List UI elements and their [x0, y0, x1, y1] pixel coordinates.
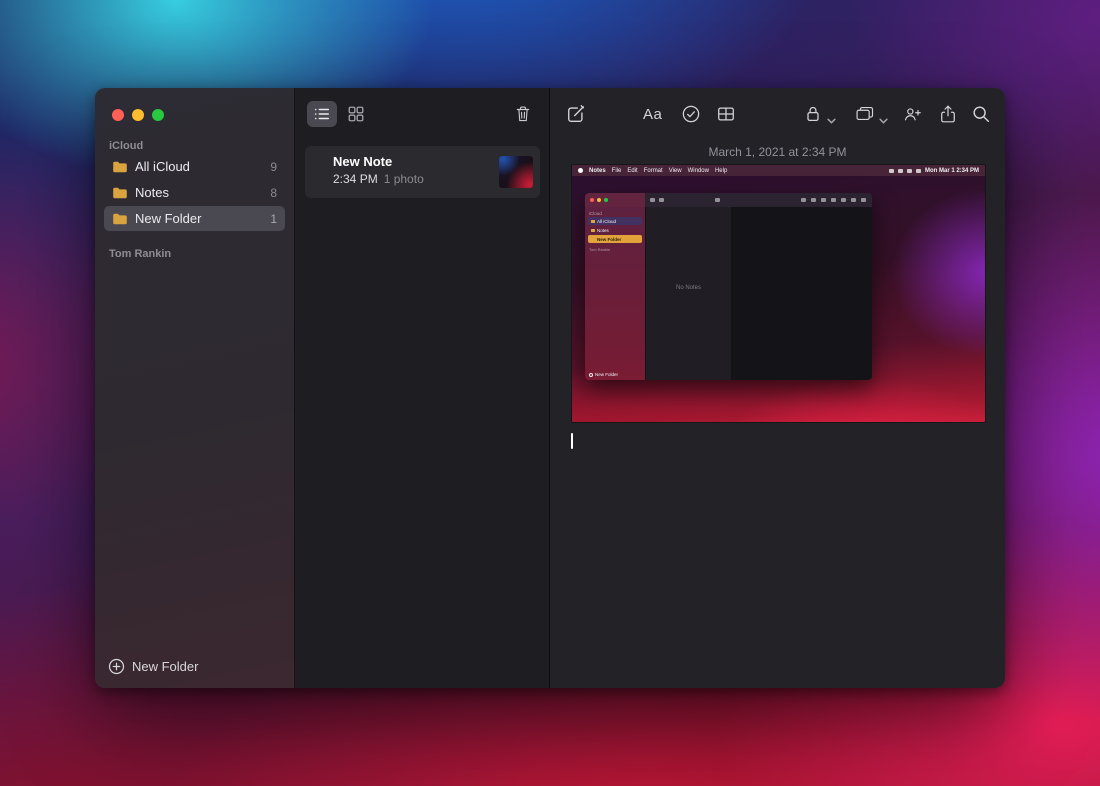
- embedded-new-folder-label: New Folder: [595, 372, 618, 377]
- trash-icon: [715, 198, 720, 202]
- folder-count: 9: [270, 160, 277, 174]
- delete-note-button[interactable]: [511, 101, 535, 127]
- embedded-menubar-menus: Notes File Edit Format View Window Help: [578, 168, 727, 174]
- embedded-menubar-status: Mon Mar 1 2:34 PM: [889, 168, 979, 174]
- note-image-attachment[interactable]: Notes File Edit Format View Window Help: [572, 165, 985, 422]
- embedded-trash-icon: [715, 198, 720, 202]
- note-list-pane: New Note 2:34 PM 1 photo: [295, 88, 550, 688]
- checklist-icon: [811, 198, 816, 202]
- embedded-folder-notes: Notes: [588, 226, 642, 234]
- sidebar-item-notes[interactable]: Notes 8: [104, 180, 285, 205]
- note-thumbnail: [499, 156, 533, 188]
- embedded-view-toggle-icons: [650, 198, 664, 202]
- embedded-account-label: Tom Rankin: [589, 247, 610, 252]
- gallery-view-icon: [659, 198, 664, 202]
- account-section-label: Tom Rankin: [109, 248, 171, 260]
- format-icon: [801, 198, 806, 202]
- folder-icon: [591, 238, 595, 241]
- folder-icon: [112, 186, 128, 200]
- embedded-empty-state: No Notes: [646, 285, 731, 291]
- notes-window: iCloud All iCloud 9 Notes 8 New: [95, 88, 1005, 688]
- text-cursor: [571, 433, 573, 449]
- search-icon: [861, 198, 866, 202]
- embedded-toolbar-icons: [801, 198, 866, 202]
- icloud-section-label: iCloud: [109, 140, 143, 152]
- list-view-icon: [313, 105, 331, 123]
- embedded-menu-item: Notes: [589, 168, 606, 174]
- table-icon: [821, 198, 826, 202]
- embedded-window-controls: [590, 198, 608, 202]
- note-meta: 1 photo: [384, 173, 424, 186]
- wifi-icon: [898, 169, 903, 173]
- list-toolbar: [307, 101, 535, 127]
- trash-icon: [514, 105, 532, 123]
- folders-sidebar: iCloud All iCloud 9 Notes 8 New: [95, 88, 295, 688]
- new-folder-button-label: New Folder: [132, 659, 198, 674]
- folder-label: New Folder: [135, 211, 201, 226]
- note-editor-body[interactable]: Notes File Edit Format View Window Help: [550, 88, 1005, 688]
- embedded-menu-item: View: [669, 168, 682, 174]
- embedded-window-body: iCloud All iCloud Notes: [585, 207, 872, 380]
- zoom-button: [604, 198, 608, 202]
- close-button: [590, 198, 594, 202]
- embedded-notes-window: iCloud All iCloud Notes: [585, 193, 872, 380]
- embedded-desktop-image: Notes File Edit Format View Window Help: [572, 165, 985, 422]
- folder-icon: [591, 229, 595, 232]
- list-view-icon: [650, 198, 655, 202]
- battery-icon: [889, 169, 894, 173]
- gallery-view-icon: [347, 105, 365, 123]
- sidebar-item-all-icloud[interactable]: All iCloud 9: [104, 154, 285, 179]
- circle-plus-icon: [108, 658, 125, 675]
- embedded-menu-item: Window: [688, 168, 709, 174]
- embedded-menu-item: Edit: [627, 168, 637, 174]
- embedded-note-list-pane: No Notes: [645, 207, 732, 380]
- embedded-editor-pane: [732, 207, 872, 380]
- folder-icon: [591, 220, 595, 223]
- embedded-menu-item: Format: [644, 168, 663, 174]
- close-button[interactable]: [112, 109, 124, 121]
- note-time: 2:34 PM: [333, 173, 378, 186]
- window-controls: [112, 109, 164, 121]
- minimize-button[interactable]: [132, 109, 144, 121]
- editor-pane: Aa: [550, 88, 1005, 688]
- embedded-folder-all-icloud: All iCloud: [588, 217, 642, 225]
- embedded-icloud-label: iCloud: [589, 211, 602, 216]
- share-icon: [851, 198, 856, 202]
- embedded-folder-label: All iCloud: [597, 219, 616, 224]
- folder-list: All iCloud 9 Notes 8 New Folder 1: [104, 154, 285, 232]
- embedded-titlebar: [585, 193, 872, 207]
- sidebar-item-new-folder[interactable]: New Folder 1: [104, 206, 285, 231]
- folder-icon: [112, 160, 128, 174]
- zoom-button[interactable]: [152, 109, 164, 121]
- embedded-folder-label: Notes: [597, 228, 609, 233]
- folder-label: All iCloud: [135, 159, 190, 174]
- embedded-new-folder-button: New Folder: [589, 372, 618, 377]
- media-icon: [841, 198, 846, 202]
- folder-label: Notes: [135, 185, 169, 200]
- control-center-icon: [916, 169, 921, 173]
- lock-icon: [831, 198, 836, 202]
- embedded-folder-list: All iCloud Notes New Folder: [588, 217, 642, 244]
- spotlight-icon: [907, 169, 912, 173]
- embedded-menu-item: File: [612, 168, 622, 174]
- embedded-sidebar: iCloud All iCloud Notes: [585, 207, 645, 380]
- gallery-view-button[interactable]: [341, 101, 371, 127]
- new-folder-button[interactable]: New Folder: [108, 658, 198, 675]
- list-view-button[interactable]: [307, 101, 337, 127]
- embedded-folder-label: New Folder: [597, 237, 621, 242]
- embedded-menubar: Notes File Edit Format View Window Help: [572, 165, 985, 176]
- minimize-button: [597, 198, 601, 202]
- apple-menu-icon: [578, 168, 583, 173]
- embedded-menu-item: Help: [715, 168, 727, 174]
- embedded-folder-new-folder: New Folder: [588, 235, 642, 243]
- note-list-item[interactable]: New Note 2:34 PM 1 photo: [305, 146, 540, 198]
- folder-count: 8: [270, 186, 277, 200]
- embedded-clock: Mon Mar 1 2:34 PM: [925, 168, 979, 174]
- circle-plus-icon: [589, 373, 593, 377]
- folder-icon: [112, 212, 128, 226]
- folder-count: 1: [270, 212, 277, 226]
